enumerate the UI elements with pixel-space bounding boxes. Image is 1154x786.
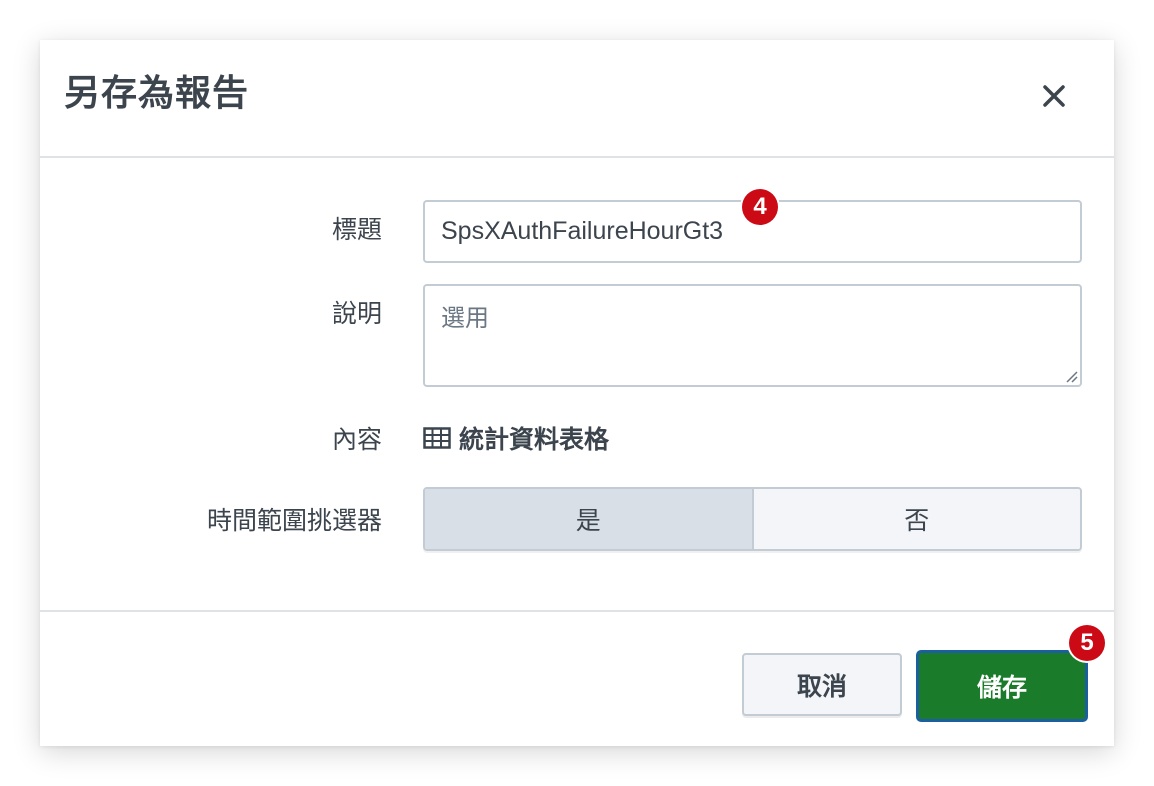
content-value: 統計資料表格 [423,420,609,456]
content-label: 內容 [331,425,382,454]
close-button[interactable] [1038,80,1070,112]
annotation-badge-5: 5 [1069,625,1105,661]
save-as-report-dialog: 另存為報告 標題 SpsXAuthFailureHourGt3 說明 選用 內容 [40,40,1114,746]
time-picker-toggle: 是 否 [423,487,1082,551]
time-picker-label: 時間範圍挑選器 [206,506,382,535]
resize-grip-icon[interactable] [1064,369,1078,383]
save-button[interactable]: 儲存 [916,650,1088,722]
dialog-header: 另存為報告 [40,40,1114,158]
dialog-title: 另存為報告 [64,73,250,114]
footer-divider [40,610,1114,612]
description-textarea[interactable]: 選用 [423,284,1082,387]
toggle-no-button[interactable]: 否 [753,489,1080,549]
page-background: 另存為報告 標題 SpsXAuthFailureHourGt3 說明 選用 內容 [0,0,1154,786]
close-icon [1043,85,1065,107]
table-icon [423,427,451,449]
description-label: 說明 [331,299,382,328]
title-label: 標題 [331,215,382,244]
content-type-text: 統計資料表格 [459,425,610,454]
cancel-button[interactable]: 取消 [742,653,902,716]
toggle-yes-button[interactable]: 是 [425,489,754,549]
description-placeholder: 選用 [441,304,489,332]
annotation-badge-4: 4 [742,189,778,225]
